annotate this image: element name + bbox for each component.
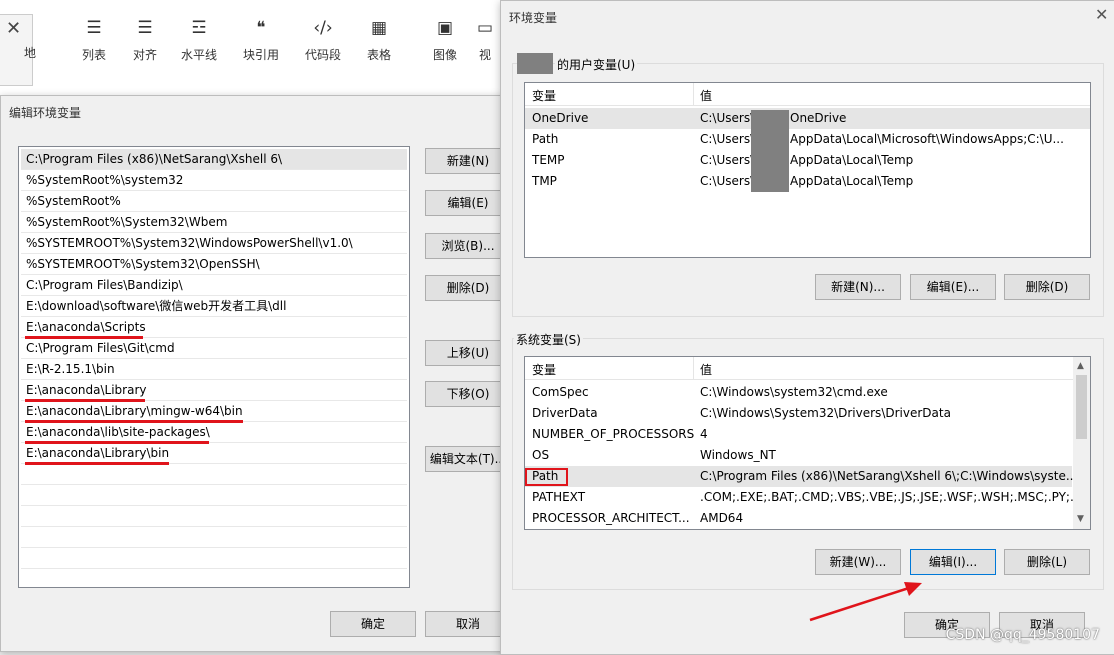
toolbar-label: 代码段 (304, 48, 341, 62)
quote-icon: ❝ (256, 18, 266, 38)
toolbar-video-button[interactable]: ▭ 视 (470, 18, 500, 63)
user-edit-button[interactable]: 编辑(E)... (910, 274, 996, 300)
close-icon[interactable]: ✕ (6, 18, 21, 39)
toolbar-label: 块引用 (242, 48, 279, 62)
col-var-header[interactable]: 变量 (532, 361, 556, 378)
toolbar-table-button[interactable]: ▦ 表格 (351, 18, 407, 63)
annotation-arrow (809, 582, 922, 622)
bulleted-list-icon: ☰ (86, 18, 102, 38)
table-row[interactable]: OneDrive C:\Users\ OneDrive (525, 108, 1090, 129)
annotation-underline (25, 441, 209, 444)
list-item[interactable]: E:\anaconda\Scripts (21, 317, 407, 338)
list-item[interactable]: E:\R-2.15.1\bin (21, 359, 407, 380)
list-item[interactable]: C:\Program Files\Git\cmd (21, 338, 407, 359)
toolbar-label: 水平线 (180, 48, 217, 62)
annotation-box (525, 468, 568, 486)
move-up-button[interactable]: 上移(U) (425, 340, 511, 366)
col-var-header[interactable]: 变量 (532, 87, 556, 104)
toolbar-image-button[interactable]: ▣ 图像 (417, 18, 473, 63)
toolbar-code-button[interactable]: ‹/› 代码段 (295, 18, 351, 63)
scroll-up-icon[interactable]: ▲ (1077, 361, 1084, 371)
list-header: 变量 值 (525, 357, 1090, 380)
annotation-underline (25, 336, 143, 339)
toolbar-align-button[interactable]: ☰ 对齐 (117, 18, 173, 63)
table-row[interactable]: TEMP C:\Users\ AppData\Local\Temp (525, 150, 1090, 171)
user-delete-button[interactable]: 删除(D) (1004, 274, 1090, 300)
list-item[interactable]: E:\anaconda\Library (21, 380, 407, 401)
edit-button[interactable]: 编辑(E) (425, 190, 511, 216)
col-val-header[interactable]: 值 (700, 87, 712, 104)
table-row[interactable]: OS Windows_NT (525, 445, 1090, 466)
align-icon: ☰ (137, 18, 153, 38)
window-title: 环境变量 (509, 11, 558, 25)
system-vars-list[interactable]: 变量 值 ComSpec C:\Windows\system32\cmd.exe … (524, 356, 1091, 530)
toolbar-label: 图像 (432, 48, 457, 62)
browse-button[interactable]: 浏览(B)... (425, 233, 511, 259)
table-row[interactable]: Path C:\Users\ AppData\Local\Microsoft\W… (525, 129, 1090, 150)
cancel-button[interactable]: 取消 (425, 611, 511, 637)
video-icon: ▭ (476, 18, 494, 38)
toolbar-quote-button[interactable]: ❝ 块引用 (233, 18, 289, 63)
system-delete-button[interactable]: 删除(L) (1004, 549, 1090, 575)
toolbar-label: 列表 (81, 48, 106, 62)
table-row[interactable]: PATHEXT .COM;.EXE;.BAT;.CMD;.VBS;.VBE;.JS… (525, 487, 1090, 508)
annotation-underline (25, 420, 243, 423)
list-item[interactable]: E:\download\software\微信web开发者工具\dll (21, 296, 407, 317)
list-item[interactable]: %SystemRoot%\System32\Wbem (21, 212, 407, 233)
new-button[interactable]: 新建(N) (425, 148, 511, 174)
background-dialog-label: 地 (24, 46, 37, 60)
scroll-down-icon[interactable]: ▼ (1077, 514, 1084, 524)
vertical-scrollbar[interactable]: ▲ ▼ (1073, 357, 1090, 529)
table-row[interactable]: NUMBER_OF_PROCESSORS 4 (525, 424, 1090, 445)
list-item[interactable]: %SYSTEMROOT%\System32\OpenSSH\ (21, 254, 407, 275)
table-row-selected[interactable]: Path C:\Program Files (x86)\NetSarang\Xsh… (525, 466, 1077, 487)
table-row[interactable]: ComSpec C:\Windows\system32\cmd.exe (525, 382, 1090, 403)
system-vars-label: 系统变量(S) (514, 331, 583, 348)
delete-button[interactable]: 删除(D) (425, 275, 511, 301)
watermark: CSDN @qq_49580107 (945, 627, 1100, 643)
annotation-underline (25, 399, 145, 402)
table-row[interactable]: PROCESSOR_ARCHITECT... AMD64 (525, 508, 1072, 529)
toolbar-label: 视 (478, 48, 491, 62)
col-val-header[interactable]: 值 (700, 361, 712, 378)
user-vars-label: 的用户变量(U) (555, 56, 638, 73)
list-header: 变量 值 (525, 83, 1090, 106)
annotation-underline (25, 462, 169, 465)
redacted-username (517, 53, 553, 74)
toolbar-label: 对齐 (132, 48, 157, 62)
editor-toolbar: ☰ 列表 ☰ 对齐 ☲ 水平线 ❝ 块引用 ‹/› 代码段 ▦ 表格 ▣ 图像 … (0, 0, 500, 101)
user-vars-list[interactable]: 变量 值 OneDrive C:\Users\ OneDrive Path C:… (524, 82, 1091, 258)
path-entry-list[interactable]: C:\Program Files (x86)\NetSarang\Xshell … (18, 146, 410, 588)
list-item[interactable]: %SystemRoot% (21, 191, 407, 212)
table-row[interactable]: DriverData C:\Windows\System32\Drivers\Dr… (525, 403, 1090, 424)
move-down-button[interactable]: 下移(O) (425, 381, 511, 407)
table-row[interactable]: TMP C:\Users\ AppData\Local\Temp (525, 171, 1090, 192)
user-new-button[interactable]: 新建(N)... (815, 274, 901, 300)
list-item[interactable]: E:\anaconda\Library\mingw-w64\bin (21, 401, 407, 422)
toolbar-hr-button[interactable]: ☲ 水平线 (171, 18, 227, 63)
list-item[interactable]: C:\Program Files\Bandizip\ (21, 275, 407, 296)
list-item[interactable]: C:\Program Files (x86)\NetSarang\Xshell … (21, 149, 407, 170)
toolbar-list-button[interactable]: ☰ 列表 (66, 18, 122, 63)
image-icon: ▣ (436, 18, 454, 38)
list-item[interactable]: E:\anaconda\lib\site-packages\ (21, 422, 407, 443)
code-icon: ‹/› (313, 18, 333, 38)
toolbar-label: 表格 (366, 48, 391, 62)
dialog-title: 编辑环境变量 (9, 106, 82, 120)
list-item-empty[interactable] (21, 506, 407, 527)
list-item-empty[interactable] (21, 464, 407, 485)
list-item[interactable]: %SystemRoot%\system32 (21, 170, 407, 191)
list-item[interactable]: %SYSTEMROOT%\System32\WindowsPowerShell\… (21, 233, 407, 254)
table-icon: ▦ (370, 18, 388, 38)
close-icon[interactable]: ✕ (1095, 5, 1108, 24)
list-item[interactable]: E:\anaconda\Library\bin (21, 443, 407, 464)
list-item-empty[interactable] (21, 527, 407, 548)
horizontal-line-icon: ☲ (191, 18, 207, 38)
list-item-empty[interactable] (21, 485, 407, 506)
ok-button[interactable]: 确定 (330, 611, 416, 637)
edit-text-button[interactable]: 编辑文本(T)... (425, 446, 511, 472)
scrollbar-thumb[interactable] (1076, 375, 1087, 439)
list-item-empty[interactable] (21, 548, 407, 569)
redacted-username (751, 110, 789, 192)
